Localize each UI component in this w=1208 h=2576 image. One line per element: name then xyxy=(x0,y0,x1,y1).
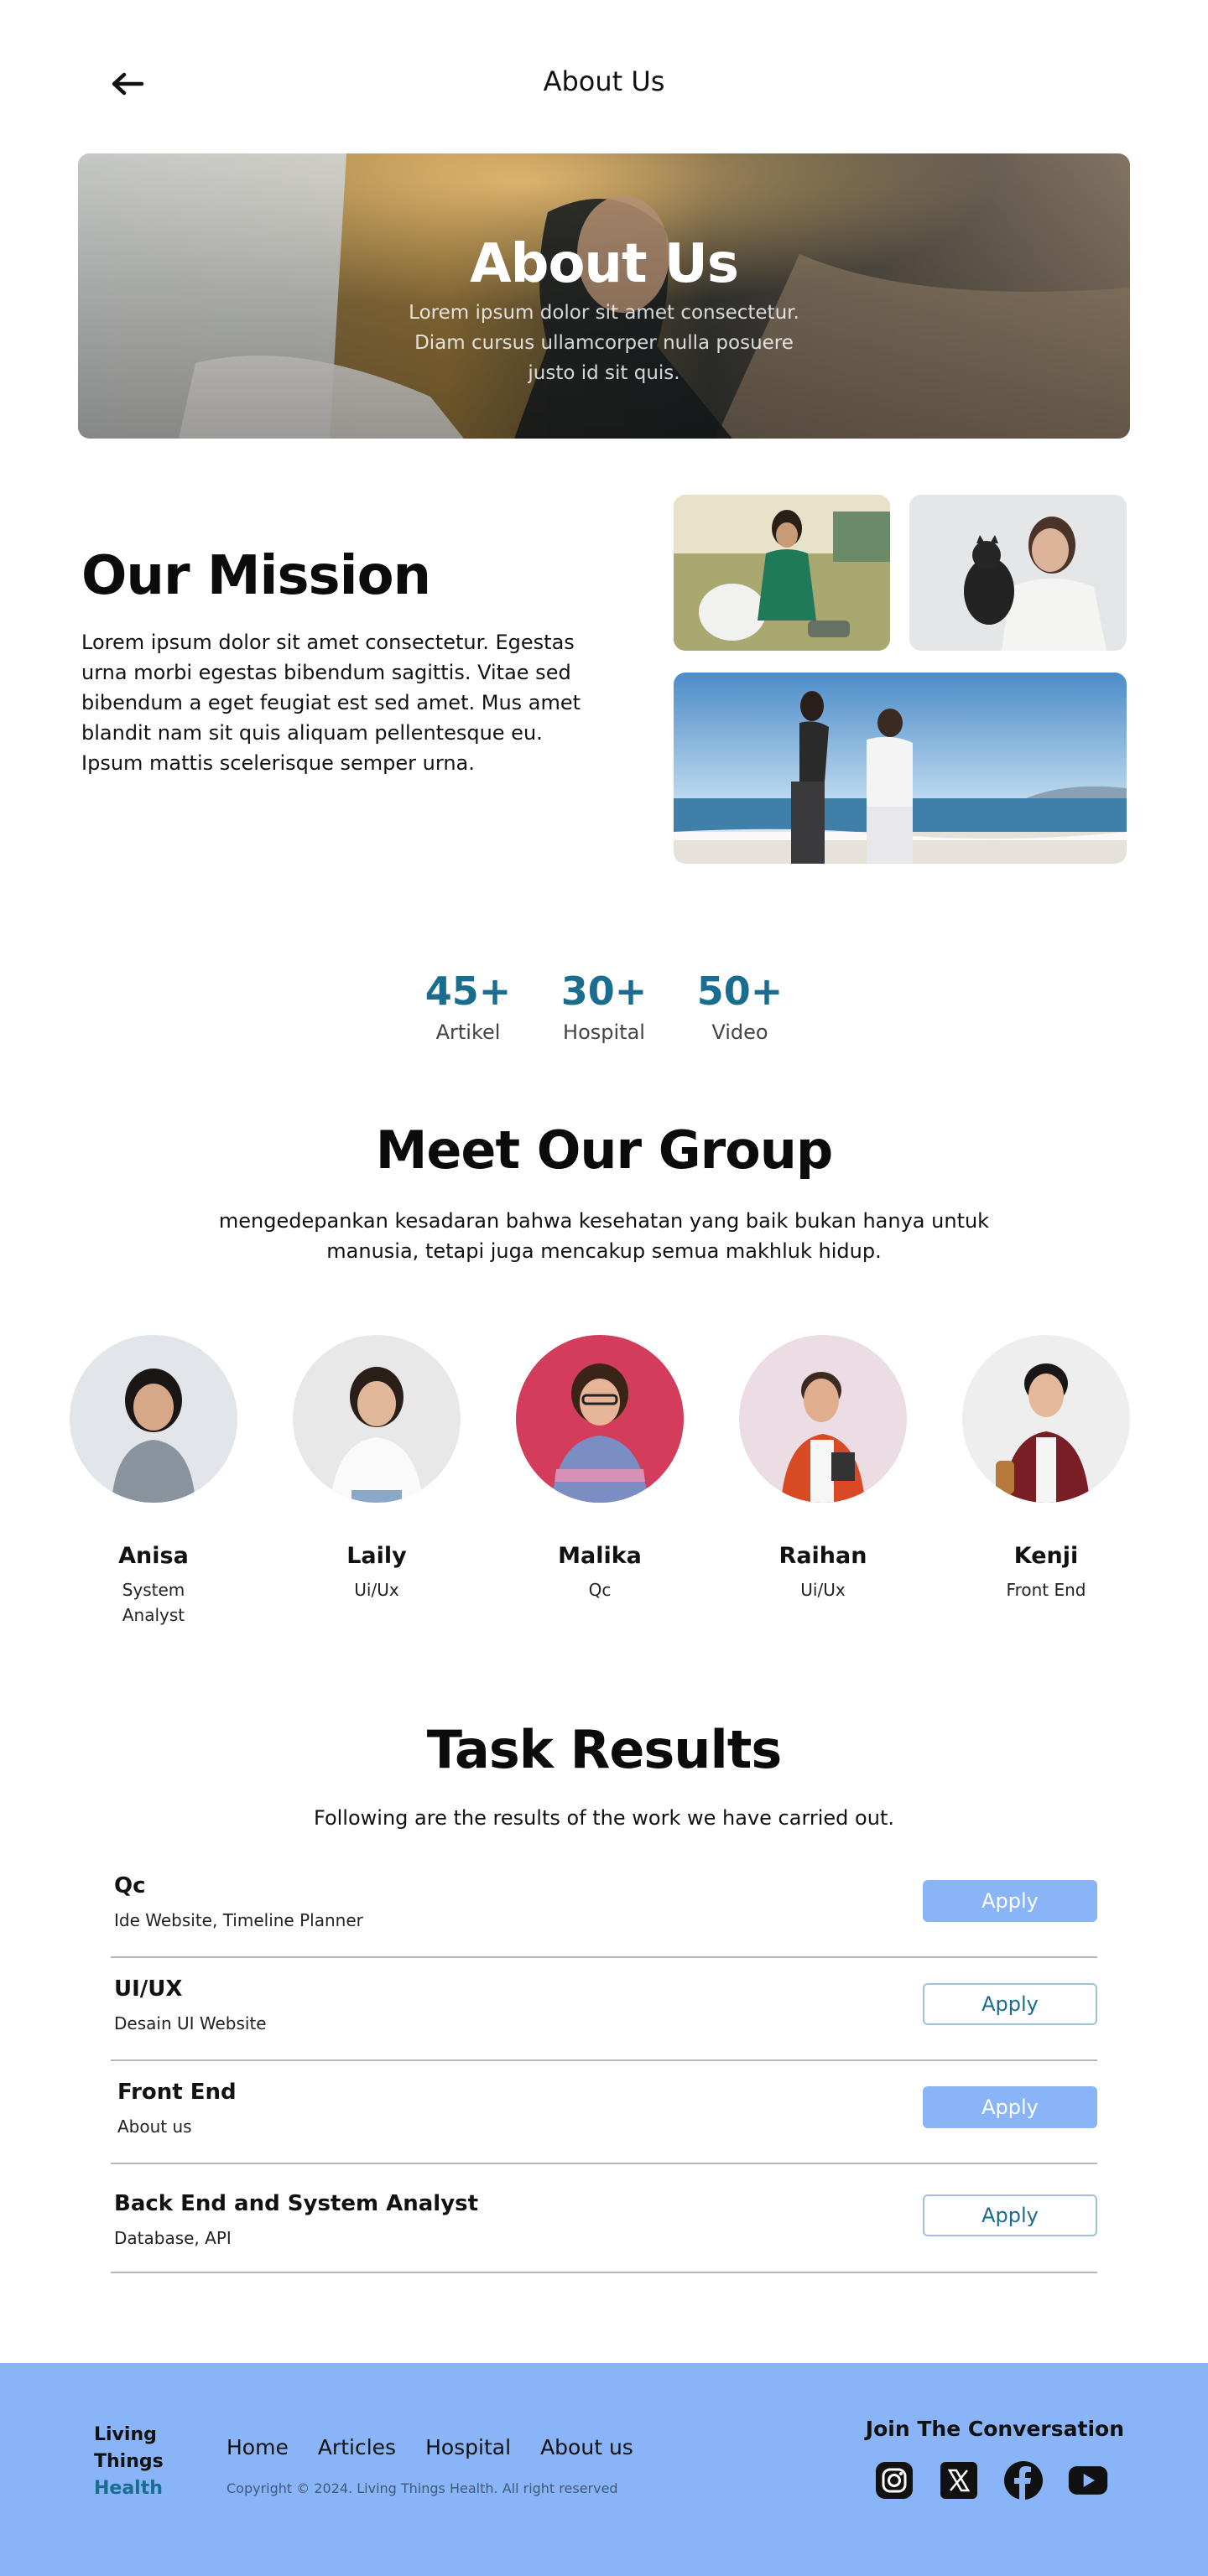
hero-subtitle: Lorem ipsum dolor sit amet consectetur. … xyxy=(409,302,799,384)
stat-value: 50+ xyxy=(696,969,784,1014)
member-name: Laily xyxy=(346,1543,407,1569)
mission-text: Lorem ipsum dolor sit amet consectetur. … xyxy=(81,631,581,775)
footer-link-home[interactable]: Home xyxy=(226,2435,289,2459)
avatar xyxy=(70,1335,237,1503)
hero-banner: About Us Lorem ipsum dolor sit amet cons… xyxy=(78,153,1130,439)
apply-button[interactable]: Apply xyxy=(923,1880,1097,1922)
task-name: Front End xyxy=(117,2080,237,2105)
task-name: Back End and System Analyst xyxy=(114,2191,479,2216)
footer-link-about[interactable]: About us xyxy=(540,2435,633,2459)
brand-line: Health xyxy=(94,2478,163,2499)
stat-value: 30+ xyxy=(560,969,648,1014)
stat-hospitals: 30+ Hospital xyxy=(545,969,663,1044)
avatar xyxy=(516,1335,684,1503)
task-row: UI/UX Desain UI Website Apply xyxy=(111,1958,1097,2061)
member-role: Qc xyxy=(588,1580,612,1600)
social-links xyxy=(874,2460,1108,2501)
facebook-icon[interactable] xyxy=(1003,2460,1044,2501)
member-name: Anisa xyxy=(118,1543,189,1569)
member-card: Anisa System Analyst xyxy=(70,1335,237,1628)
footer: Living Things Health Home Articles Hospi… xyxy=(0,2363,1208,2576)
member-role: System Analyst xyxy=(122,1580,185,1625)
task-desc: About us xyxy=(117,2116,192,2137)
brand-line: Living xyxy=(94,2424,157,2445)
brand-line: Things xyxy=(94,2451,164,2472)
task-row: Front End About us Apply xyxy=(111,2061,1097,2164)
member-card: Malika Qc xyxy=(516,1335,684,1602)
mission-photo-vet-cat xyxy=(909,495,1127,651)
instagram-icon[interactable] xyxy=(874,2460,914,2501)
stat-label: Video xyxy=(711,1021,768,1044)
join-heading: Join The Conversation xyxy=(865,2417,1124,2441)
member-name: Kenji xyxy=(1013,1543,1079,1569)
group-subtitle: mengedepankan kesadaran bahwa kesehatan … xyxy=(218,1209,990,1263)
apply-button[interactable]: Apply xyxy=(923,1983,1097,2025)
member-role: Ui/Ux xyxy=(354,1580,399,1600)
avatar xyxy=(962,1335,1130,1503)
footer-link-articles[interactable]: Articles xyxy=(318,2435,396,2459)
footer-nav: Home Articles Hospital About us xyxy=(226,2435,633,2459)
task-desc: Ide Website, Timeline Planner xyxy=(114,1910,363,1930)
task-row: Qc Ide Website, Timeline Planner Apply xyxy=(111,1855,1097,1958)
stat-videos: 50+ Video xyxy=(681,969,799,1044)
group-title: Meet Our Group xyxy=(375,1119,834,1181)
stat-articles: 45+ Artikel xyxy=(409,969,527,1044)
task-name: Qc xyxy=(114,1873,146,1898)
task-results-title: Task Results xyxy=(426,1719,782,1780)
copyright-text: Copyright © 2024. Living Things Health. … xyxy=(226,2480,618,2496)
member-role: Ui/Ux xyxy=(800,1580,846,1600)
avatar xyxy=(293,1335,461,1503)
stat-value: 45+ xyxy=(424,969,512,1014)
task-results-subtitle: Following are the results of the work we… xyxy=(314,1806,894,1830)
hero-background-image xyxy=(78,153,1130,439)
member-name: Raihan xyxy=(778,1543,867,1569)
hero-title: About Us xyxy=(470,233,739,295)
apply-button[interactable]: Apply xyxy=(923,2194,1097,2236)
avatar xyxy=(739,1335,907,1503)
top-bar: About Us xyxy=(0,0,1208,168)
task-name: UI/UX xyxy=(114,1976,183,2002)
member-name: Malika xyxy=(558,1543,642,1569)
mission-photo-beach-run xyxy=(674,673,1127,864)
stat-label: Hospital xyxy=(563,1021,645,1044)
x-icon[interactable] xyxy=(939,2460,979,2501)
member-card: Laily Ui/Ux xyxy=(293,1335,461,1602)
mission-photo-vet-field xyxy=(674,495,890,651)
member-role: Front End xyxy=(1006,1580,1086,1600)
mission-title: Our Mission xyxy=(81,545,431,607)
youtube-icon[interactable] xyxy=(1068,2460,1108,2501)
member-card: Raihan Ui/Ux xyxy=(739,1335,907,1602)
stat-label: Artikel xyxy=(435,1021,501,1044)
apply-button[interactable]: Apply xyxy=(923,2086,1097,2128)
task-desc: Desain UI Website xyxy=(114,2013,267,2033)
footer-logo[interactable]: Living Things Health xyxy=(94,2422,164,2502)
footer-link-hospital[interactable]: Hospital xyxy=(425,2435,511,2459)
task-row: Back End and System Analyst Database, AP… xyxy=(111,2164,1097,2273)
page-title: About Us xyxy=(543,65,665,97)
task-desc: Database, API xyxy=(114,2228,232,2248)
member-card: Kenji Front End xyxy=(962,1335,1130,1602)
